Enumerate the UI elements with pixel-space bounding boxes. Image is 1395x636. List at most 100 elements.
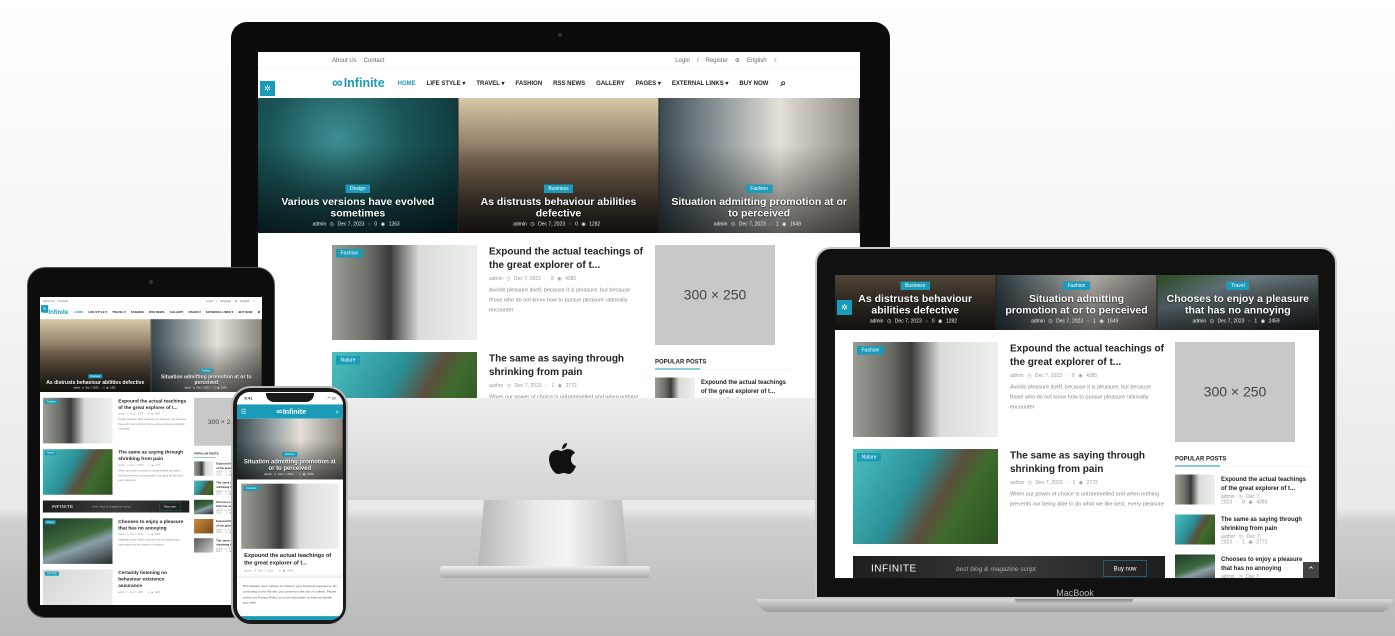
category-badge[interactable]: Fashion xyxy=(336,249,363,258)
nav-item-fashion[interactable]: FASHION xyxy=(131,310,144,313)
dark-mode-toggle[interactable]: ☾ xyxy=(253,299,256,302)
author-link[interactable]: admin xyxy=(184,387,191,390)
top-link[interactable]: Contact xyxy=(364,56,385,63)
author-link[interactable]: admin xyxy=(489,276,503,282)
category-badge[interactable]: Nature xyxy=(336,356,361,365)
popular-post[interactable]: Expound the actual teachings of the grea… xyxy=(1175,474,1310,507)
category-badge[interactable]: Travel xyxy=(1226,281,1250,290)
slide[interactable]: Business As distrusts behaviour abilities… xyxy=(835,275,997,330)
nav-item-pages[interactable]: PAGES ▾ xyxy=(636,80,661,87)
slide[interactable]: Business As distrusts behaviour abilities… xyxy=(40,319,151,393)
popular-thumbnail[interactable] xyxy=(655,377,695,398)
search-icon[interactable]: ⌕ xyxy=(780,77,786,89)
nav-item-external-links[interactable]: EXTERNAL LINKS ▾ xyxy=(672,80,729,87)
author-link[interactable]: author xyxy=(118,464,125,467)
category-badge[interactable]: Business xyxy=(543,184,574,193)
author-link[interactable]: admin xyxy=(312,222,326,228)
nav-item-fashion[interactable]: FASHION xyxy=(515,80,542,87)
category-badge[interactable]: Nature xyxy=(44,451,57,456)
slide-title[interactable]: Situation admitting promotion at or to p… xyxy=(667,196,851,219)
slide-title[interactable]: Situation admitting promotion at or to p… xyxy=(155,374,258,385)
nav-item-home[interactable]: HOME xyxy=(398,80,416,87)
post-thumbnail[interactable]: Fashion xyxy=(42,397,113,444)
slide-title[interactable]: Chooses to enjoy a pleasure that has no … xyxy=(1166,293,1310,316)
register-link[interactable]: Register xyxy=(221,299,232,302)
hamburger-menu-icon[interactable]: ☰ xyxy=(241,408,247,415)
author-link[interactable]: admin xyxy=(244,569,252,572)
popular-thumbnail[interactable] xyxy=(1175,554,1215,578)
author-link[interactable]: admin xyxy=(118,413,125,416)
nav-item-rss-news[interactable]: RSS NEWS xyxy=(149,310,164,313)
author-link[interactable]: admin xyxy=(714,222,728,228)
category-badge[interactable]: Life Style xyxy=(44,571,59,576)
logo[interactable]: ∞Infinite xyxy=(332,75,385,92)
category-badge[interactable]: Fashion xyxy=(282,451,298,457)
category-badge[interactable]: Fashion xyxy=(1063,281,1090,290)
post-title[interactable]: The same as saying through shrinking fro… xyxy=(489,352,645,379)
nav-item-travel[interactable]: TRAVEL ▾ xyxy=(476,80,504,87)
top-link[interactable]: Contact xyxy=(58,299,68,302)
category-badge[interactable]: Nature xyxy=(857,453,882,462)
category-badge[interactable]: Fashion xyxy=(199,368,213,373)
popular-title[interactable]: Chooses to enjoy a pleasure that has no … xyxy=(1221,555,1310,573)
author-link[interactable]: admin xyxy=(513,222,527,228)
category-badge[interactable]: Business xyxy=(88,374,103,379)
author-link[interactable]: admin xyxy=(1010,373,1024,379)
post-title[interactable]: Expound the actual teachings of the grea… xyxy=(489,245,645,272)
author-link[interactable]: admin xyxy=(118,533,125,536)
slide-title[interactable]: As distrusts behaviour abilities defecti… xyxy=(467,196,651,219)
nav-item-gallery[interactable]: GALLERY xyxy=(596,80,624,87)
dark-mode-toggle[interactable]: ☾ xyxy=(774,56,779,63)
slide[interactable]: Travel Chooses to enjoy a pleasure that h… xyxy=(1157,275,1319,330)
popular-post[interactable]: The same as saying through shrinking fro… xyxy=(1175,514,1310,547)
nav-item-home[interactable]: HOME xyxy=(74,310,83,313)
post-thumbnail[interactable]: Nature xyxy=(853,449,998,544)
popular-thumbnail[interactable] xyxy=(194,519,214,534)
settings-widget-button[interactable]: ✲ xyxy=(260,81,275,96)
category-badge[interactable]: Fashion xyxy=(857,346,884,355)
post-title[interactable]: Expound the actual teachings of the grea… xyxy=(118,398,189,411)
category-badge[interactable]: Fashion xyxy=(243,485,259,491)
popular-thumbnail[interactable] xyxy=(194,480,214,495)
popular-title[interactable]: The same as saying through shrinking fro… xyxy=(1221,515,1310,533)
register-link[interactable]: Register xyxy=(706,56,728,63)
top-link[interactable]: About Us xyxy=(43,299,55,302)
post-thumbnail[interactable]: Fashion xyxy=(332,245,477,340)
buy-now-button[interactable]: Buy now xyxy=(159,502,181,511)
slide-title[interactable]: As distrusts behaviour abilities defecti… xyxy=(44,380,147,386)
ad-placeholder[interactable]: 300 × 250 xyxy=(655,245,775,345)
language-select[interactable]: English xyxy=(240,299,249,302)
nav-item-rss-news[interactable]: RSS NEWS xyxy=(553,80,585,87)
ad-placeholder[interactable]: 300 × 250 xyxy=(1175,342,1295,442)
slide[interactable]: Fashion Situation admitting promotion at … xyxy=(659,98,860,233)
settings-widget-button[interactable]: ✲ xyxy=(40,305,49,313)
slide[interactable]: Fashion Situation admitting promotion at … xyxy=(151,319,262,393)
popular-thumbnail[interactable] xyxy=(194,499,214,515)
post-thumbnail[interactable]: Nature xyxy=(42,449,113,495)
author-link[interactable]: admin xyxy=(870,319,884,325)
buy-now-button[interactable]: Buy now xyxy=(1102,560,1147,577)
popular-thumbnail[interactable] xyxy=(1175,474,1215,505)
nav-item-life-style[interactable]: LIFE STYLE ▾ xyxy=(88,310,107,313)
top-link[interactable]: About Us xyxy=(332,56,357,63)
popular-post[interactable]: Chooses to enjoy a pleasure that has no … xyxy=(1175,554,1310,578)
nav-item-pages[interactable]: PAGES ▾ xyxy=(189,310,201,313)
popular-thumbnail[interactable] xyxy=(194,538,214,553)
slide[interactable]: Business As distrusts behaviour abilities… xyxy=(458,98,660,233)
post-title[interactable]: Expound the actual teachings of the grea… xyxy=(1010,342,1165,369)
category-badge[interactable]: Business xyxy=(900,281,930,290)
scroll-to-top-button[interactable]: ⌃ xyxy=(1303,562,1319,578)
category-badge[interactable]: Design xyxy=(345,184,371,193)
nav-item-external-links[interactable]: EXTERNAL LINKS ▾ xyxy=(206,310,233,313)
slide-title[interactable]: Situation admitting promotion at or to p… xyxy=(1004,293,1148,316)
search-icon[interactable]: ⌕ xyxy=(336,408,339,415)
search-icon[interactable]: ⌕ xyxy=(258,309,261,315)
nav-item-buy-now[interactable]: BUY NOW xyxy=(739,80,768,87)
post-thumbnail[interactable]: Nature xyxy=(332,352,477,398)
popular-thumbnail[interactable] xyxy=(1175,514,1215,545)
slide-title[interactable]: As distrusts behaviour abilities defecti… xyxy=(843,293,987,316)
post-thumbnail[interactable]: Life Style xyxy=(42,569,113,605)
category-badge[interactable]: Fashion xyxy=(44,399,58,404)
popular-title[interactable]: Expound the actual teachings of the grea… xyxy=(701,378,790,396)
author-link[interactable]: admin xyxy=(264,473,272,476)
